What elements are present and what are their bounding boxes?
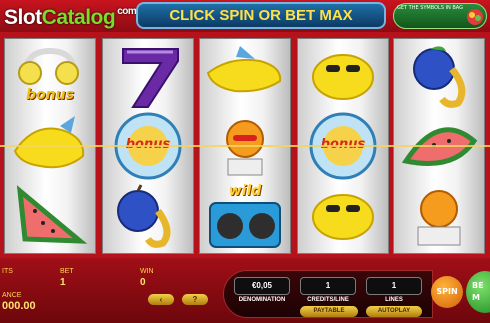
balance-label: ANCE — [2, 292, 22, 299]
paytable-button[interactable]: PAYTABLE — [300, 306, 358, 317]
symbol-lemon-sunglasses — [298, 181, 388, 251]
symbol-speaker-wild: wild — [200, 181, 290, 251]
autoplay-button[interactable]: AUTOPLAY — [366, 306, 422, 317]
instruction-banner: CLICK SPIN OR BET MAX — [136, 2, 386, 29]
lines-label: LINES — [385, 297, 403, 303]
watermark-catalog: Catalog — [41, 6, 116, 29]
spin-button[interactable]: SPIN — [431, 276, 463, 308]
lemon-sunglasses-icon — [312, 194, 374, 240]
win-value: 0 — [140, 277, 146, 288]
lemon-icon — [206, 46, 282, 93]
bet-value: 1 — [60, 277, 66, 288]
symbol-lemon-sunglasses — [298, 41, 388, 111]
payline — [0, 145, 490, 147]
symbol-orange-drum — [394, 181, 484, 251]
symbol-seven — [103, 41, 193, 111]
symbol-headphones-bonus: bonus — [5, 41, 95, 111]
bet-label: BET — [60, 268, 74, 275]
denomination-label: DENOMINATION — [238, 297, 286, 303]
symbol-lemon — [200, 41, 290, 111]
orange-drum-icon — [417, 190, 461, 246]
denomination-field[interactable]: €0,05 — [234, 277, 290, 295]
fruit-bag-icon — [467, 9, 483, 25]
symbol-watermelon — [5, 181, 95, 251]
symbol-plum-saxophone — [103, 181, 193, 251]
watermelon-icon — [16, 185, 88, 244]
watermark-com: com — [117, 6, 137, 17]
bet-max-label-line2: M — [472, 293, 480, 302]
wild-label: wild — [228, 183, 262, 199]
watermark: SlotCatalog com — [4, 6, 137, 30]
lines-field[interactable]: 1 — [366, 277, 422, 295]
balance-value: 000.00 — [2, 300, 36, 312]
credits-per-line-field[interactable]: 1 — [300, 277, 356, 295]
bet-max-label-line1: BE — [472, 281, 484, 290]
help-button[interactable]: ? — [182, 294, 208, 305]
prev-page-button[interactable]: ‹ — [148, 294, 174, 305]
watermark-slot: Slot — [4, 6, 42, 29]
win-label: WIN — [140, 268, 154, 275]
seven-icon — [122, 48, 179, 108]
plum-saxophone-icon — [413, 46, 466, 108]
credits-per-line-label: CREDITS/LINE — [307, 297, 349, 303]
lemon-sunglasses-icon — [312, 54, 374, 100]
credits-label: ITS — [2, 268, 13, 275]
symbol-plum-saxophone — [394, 41, 484, 111]
plum-saxophone-icon — [117, 184, 171, 248]
game-logo-title: GET THE SYMBOLS IN BAG — [396, 5, 464, 11]
bonus-label: bonus — [26, 87, 74, 103]
